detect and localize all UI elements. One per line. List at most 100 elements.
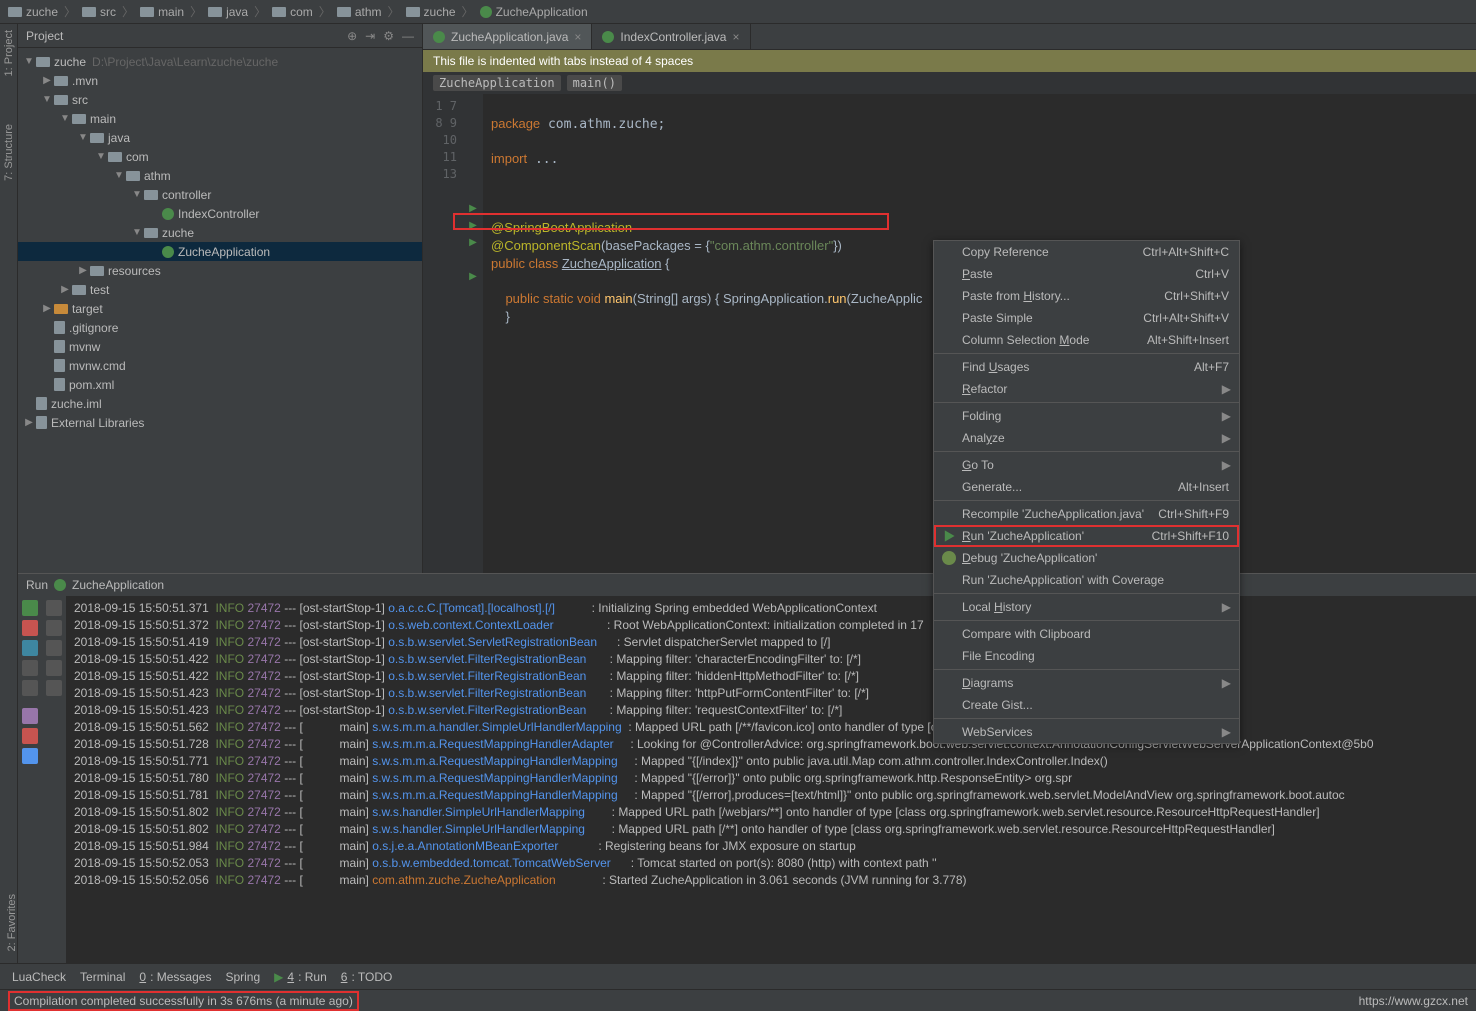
tree-node[interactable]: src: [18, 90, 422, 109]
project-tab[interactable]: 1: Project: [3, 30, 15, 76]
bottom-tab[interactable]: ▶ 4: Run: [274, 970, 327, 984]
bottom-tab[interactable]: 0: Messages: [139, 970, 211, 984]
folder-icon: [406, 7, 420, 17]
context-menu-item[interactable]: Compare with Clipboard: [934, 623, 1239, 645]
context-menu-item[interactable]: Diagrams▶: [934, 672, 1239, 694]
bottom-tab[interactable]: 6: TODO: [341, 970, 393, 984]
tree-node[interactable]: target: [18, 299, 422, 318]
gc-icon[interactable]: [22, 708, 38, 724]
context-menu-item[interactable]: Paste SimpleCtrl+Alt+Shift+V: [934, 307, 1239, 329]
tree-node[interactable]: main: [18, 109, 422, 128]
tree-arrow[interactable]: [40, 94, 54, 105]
context-menu-item[interactable]: PasteCtrl+V: [934, 263, 1239, 285]
bc-method[interactable]: main(): [567, 75, 622, 91]
context-menu-item[interactable]: Go To▶: [934, 454, 1239, 476]
print-icon[interactable]: [46, 680, 62, 696]
file-icon: [54, 359, 65, 372]
rerun-icon[interactable]: [22, 600, 38, 616]
tree-node[interactable]: pom.xml: [18, 375, 422, 394]
tree-arrow[interactable]: [112, 170, 126, 181]
up-icon[interactable]: [46, 600, 62, 616]
tree-arrow[interactable]: [40, 303, 54, 314]
context-menu[interactable]: Copy ReferenceCtrl+Alt+Shift+CPasteCtrl+…: [933, 240, 1240, 744]
locate-icon[interactable]: ⊕: [347, 29, 357, 43]
context-menu-item[interactable]: Debug 'ZucheApplication': [934, 547, 1239, 569]
tree-node[interactable]: mvnw.cmd: [18, 356, 422, 375]
gear-icon[interactable]: ⚙: [383, 29, 394, 43]
close-icon[interactable]: ×: [732, 30, 739, 44]
tree-node[interactable]: athm: [18, 166, 422, 185]
tree-node[interactable]: zucheD:\Project\Java\Learn\zuche\zuche: [18, 52, 422, 71]
console-log[interactable]: 2018-09-15 15:50:51.371 INFO 27472 --- […: [66, 596, 1476, 963]
editor-tab[interactable]: IndexController.java×: [592, 24, 750, 49]
tree-arrow[interactable]: [130, 227, 144, 238]
bottom-tab[interactable]: Spring: [225, 970, 260, 984]
pause-icon[interactable]: [22, 640, 38, 656]
tree-node[interactable]: .mvn: [18, 71, 422, 90]
tree-node[interactable]: External Libraries: [18, 413, 422, 432]
tree-arrow[interactable]: [76, 265, 90, 276]
tree-arrow[interactable]: [76, 132, 90, 143]
down-icon[interactable]: [46, 620, 62, 636]
context-menu-item[interactable]: Folding▶: [934, 405, 1239, 427]
context-menu-item[interactable]: Column Selection ModeAlt+Shift+Insert: [934, 329, 1239, 351]
tree-arrow[interactable]: [94, 151, 108, 162]
tree-node[interactable]: ZucheApplication: [18, 242, 422, 261]
editor-tab[interactable]: ZucheApplication.java×: [423, 24, 592, 49]
tree-node[interactable]: IndexController: [18, 204, 422, 223]
tree-arrow[interactable]: [130, 189, 144, 200]
hide-icon[interactable]: —: [402, 29, 414, 43]
breadcrumb-item[interactable]: src〉: [82, 3, 134, 20]
bottom-tab[interactable]: Terminal: [80, 970, 125, 984]
wrap-icon[interactable]: [46, 640, 62, 656]
context-menu-item[interactable]: Copy ReferenceCtrl+Alt+Shift+C: [934, 241, 1239, 263]
context-menu-item[interactable]: WebServices▶: [934, 721, 1239, 743]
help-icon[interactable]: [22, 748, 38, 764]
context-menu-item[interactable]: Find UsagesAlt+F7: [934, 356, 1239, 378]
breadcrumb-item[interactable]: com〉: [272, 3, 331, 20]
tree-arrow[interactable]: [40, 75, 54, 86]
breadcrumb-item[interactable]: athm〉: [337, 3, 400, 20]
context-menu-item[interactable]: Create Gist...: [934, 694, 1239, 716]
folder-icon: [90, 133, 104, 143]
tree-arrow[interactable]: [22, 56, 36, 67]
tree-arrow[interactable]: [22, 417, 36, 428]
tree-node[interactable]: test: [18, 280, 422, 299]
breadcrumb-item[interactable]: java〉: [208, 3, 266, 20]
tree-node[interactable]: zuche.iml: [18, 394, 422, 413]
exit-icon[interactable]: [22, 680, 38, 696]
tree-node[interactable]: java: [18, 128, 422, 147]
context-menu-item[interactable]: File Encoding: [934, 645, 1239, 667]
tree-node[interactable]: controller: [18, 185, 422, 204]
context-menu-item[interactable]: Refactor▶: [934, 378, 1239, 400]
tree-arrow[interactable]: [58, 284, 72, 295]
context-menu-item[interactable]: Generate...Alt+Insert: [934, 476, 1239, 498]
breadcrumb-item[interactable]: zuche〉: [8, 3, 76, 20]
scroll-icon[interactable]: [46, 660, 62, 676]
context-menu-item[interactable]: Run 'ZucheApplication'Ctrl+Shift+F10: [934, 525, 1239, 547]
x-icon[interactable]: [22, 728, 38, 744]
structure-tab[interactable]: 7: Structure: [3, 124, 15, 181]
context-menu-item[interactable]: Recompile 'ZucheApplication.java'Ctrl+Sh…: [934, 503, 1239, 525]
stop-icon[interactable]: [22, 620, 38, 636]
close-icon[interactable]: ×: [574, 30, 581, 44]
indent-banner: This file is indented with tabs instead …: [423, 50, 1476, 72]
context-menu-item[interactable]: Paste from History...Ctrl+Shift+V: [934, 285, 1239, 307]
context-menu-item[interactable]: Local History▶: [934, 596, 1239, 618]
tree-node[interactable]: resources: [18, 261, 422, 280]
context-menu-item[interactable]: Run 'ZucheApplication' with Coverage: [934, 569, 1239, 591]
breadcrumb-item[interactable]: zuche〉: [406, 3, 474, 20]
bc-class[interactable]: ZucheApplication: [433, 75, 561, 91]
tree-node[interactable]: com: [18, 147, 422, 166]
tree-node[interactable]: mvnw: [18, 337, 422, 356]
context-menu-item[interactable]: Analyze▶: [934, 427, 1239, 449]
breadcrumb-item[interactable]: main〉: [140, 3, 202, 20]
collapse-icon[interactable]: ⇥: [365, 29, 375, 43]
dump-icon[interactable]: [22, 660, 38, 676]
tree-arrow[interactable]: [58, 113, 72, 124]
breadcrumb-item[interactable]: ZucheApplication: [480, 3, 588, 20]
bottom-tab[interactable]: LuaCheck: [12, 970, 66, 984]
favorites-tab[interactable]: 2: Favorites: [0, 894, 18, 951]
tree-node[interactable]: .gitignore: [18, 318, 422, 337]
tree-node[interactable]: zuche: [18, 223, 422, 242]
